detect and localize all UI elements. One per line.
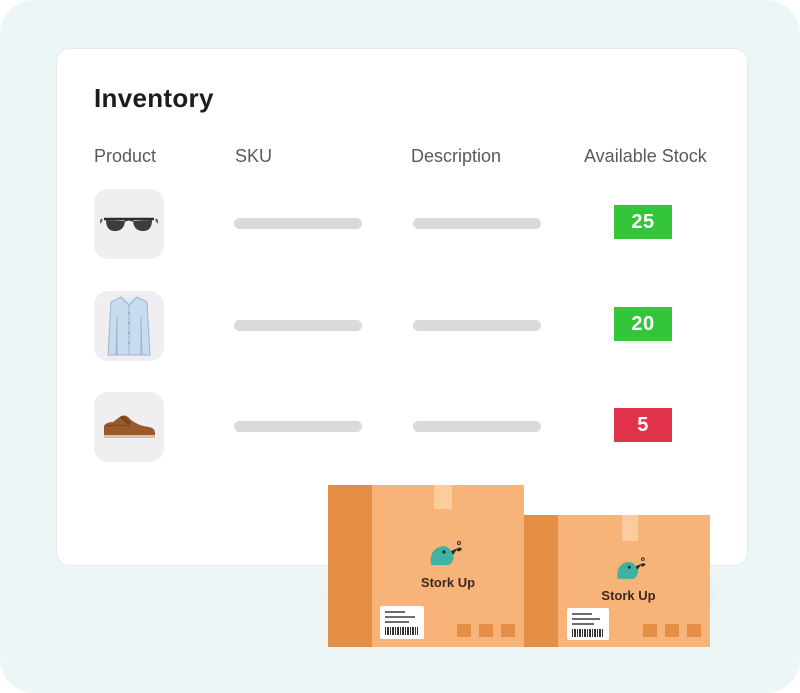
description-placeholder [413,320,541,331]
sunglasses-icon [100,217,158,231]
box-mark [643,624,657,637]
shipping-box: Stork Up [328,485,524,647]
box-mark [457,624,471,637]
table-row[interactable]: 5 [57,392,749,462]
product-thumbnail[interactable] [94,189,164,259]
stock-badge: 25 [614,205,672,239]
column-header-sku: SKU [235,146,273,166]
sku-placeholder [234,421,362,432]
stock-badge: 5 [614,408,672,442]
barcode [385,627,418,635]
stork-bird-icon [430,541,462,565]
box-mark [687,624,701,637]
box-mark [479,624,493,637]
box-tape [434,485,452,509]
box-brand-label: Stork Up [420,575,476,590]
table-row[interactable]: 20 [57,291,749,361]
barcode [572,629,603,637]
box-mark [665,624,679,637]
stork-bird-icon [617,557,646,579]
shipping-label [567,608,609,640]
box-mark [501,624,515,637]
shipping-box: Stork Up [524,515,710,647]
column-header-description: Description [411,146,502,166]
shipping-label [380,606,424,639]
box-side [328,485,372,647]
box-brand-label: Stork Up [601,588,656,603]
sku-placeholder [234,218,362,229]
box-tape [622,515,638,541]
column-header-product: Product [94,146,157,166]
table-row[interactable]: 25 [57,189,749,259]
box-side [524,515,558,647]
page-title: Inventory [94,83,214,113]
column-header-stock: Available Stock [584,146,707,166]
description-placeholder [413,218,541,229]
product-thumbnail[interactable] [94,291,164,361]
shirt-icon [107,296,151,356]
stock-badge: 20 [614,307,672,341]
sku-placeholder [234,320,362,331]
description-placeholder [413,421,541,432]
shoe-icon [104,415,155,438]
product-thumbnail[interactable] [94,392,164,462]
